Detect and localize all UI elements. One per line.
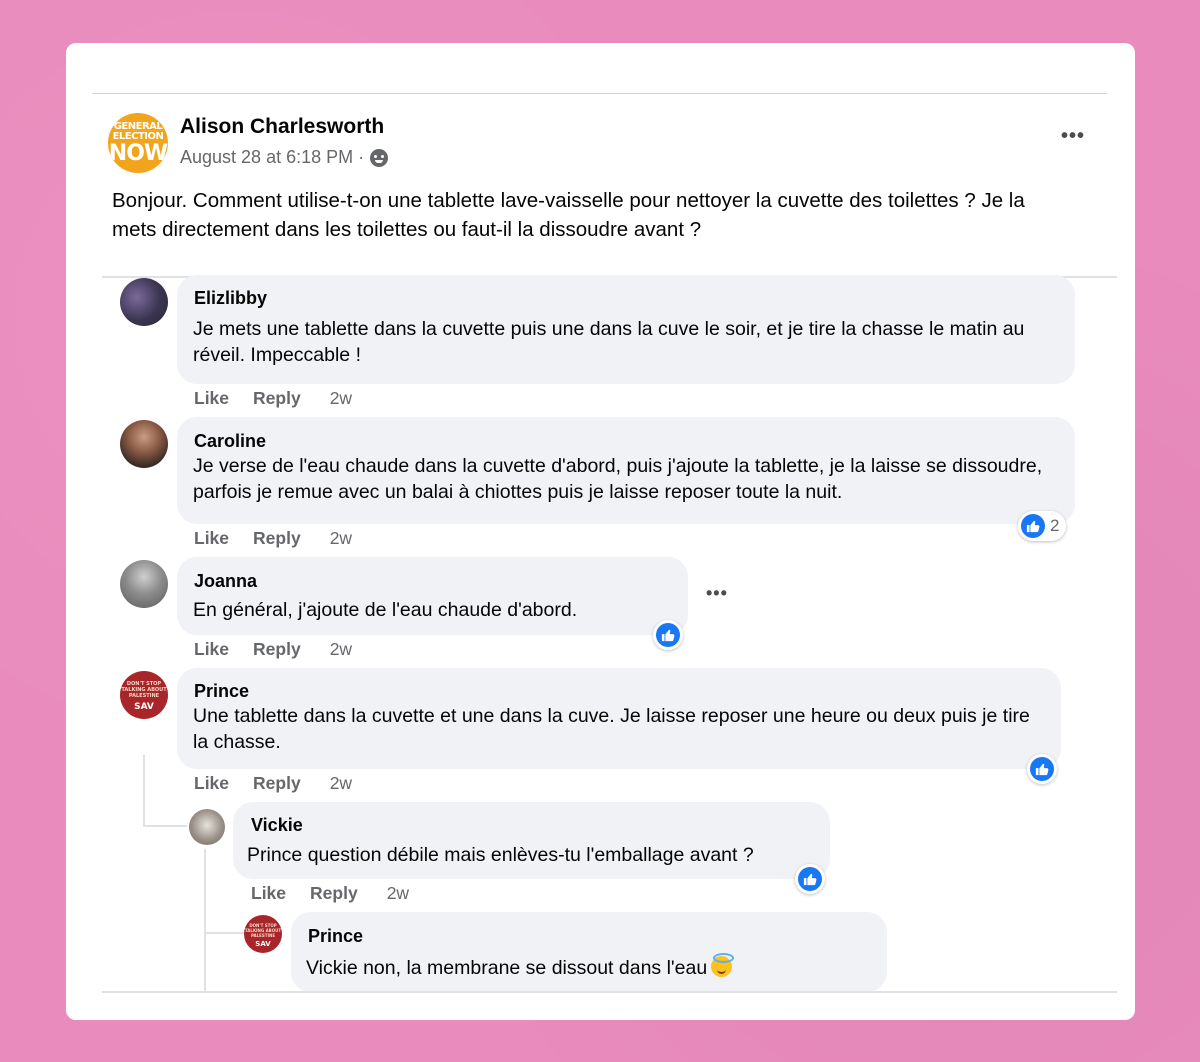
reply-button[interactable]: Reply [253, 773, 301, 794]
thread-line [143, 755, 145, 827]
avatar[interactable]: DON'T STOP TALKING ABOUT PALESTINE SAV [120, 671, 168, 719]
avatar[interactable] [120, 560, 168, 608]
like-button[interactable]: Like [194, 528, 229, 549]
divider [92, 93, 1107, 94]
comment-text: Je verse de l'eau chaude dans la cuvette… [193, 455, 1043, 503]
post-author-name[interactable]: Alison Charlesworth [180, 115, 384, 139]
comment-actions: Like Reply 2w [194, 388, 352, 409]
avatar-text: DON'T STOP TALKING ABOUT PALESTINE [121, 680, 167, 699]
comment-text: En général, j'ajoute de l'eau chaude d'a… [193, 599, 578, 621]
post-card: GENERAL ELECTION NOW Alison Charlesworth… [66, 43, 1135, 1020]
post-timestamp[interactable]: August 28 at 6:18 PM · [180, 147, 364, 168]
comment-actions: Like Reply 2w [194, 528, 352, 549]
comment-actions: Like Reply 2w [194, 773, 352, 794]
like-reaction-icon [656, 623, 680, 647]
comment-text: Une tablette dans la cuvette et une dans… [193, 705, 1030, 753]
thread-line [204, 932, 244, 934]
reply-button[interactable]: Reply [310, 883, 358, 904]
comment-time[interactable]: 2w [330, 773, 352, 794]
comment-author[interactable]: Prince [194, 681, 249, 702]
avatar-text: GENERAL [113, 120, 163, 132]
post-text: Bonjour. Comment utilise-t-on une tablet… [112, 189, 1025, 241]
avatar-text: SAV [255, 939, 271, 948]
comment-author[interactable]: Elizlibby [194, 288, 267, 309]
reply-button[interactable]: Reply [253, 639, 301, 660]
comment-author[interactable]: Prince [308, 926, 363, 947]
like-reaction-icon [1021, 514, 1045, 538]
like-button[interactable]: Like [194, 639, 229, 660]
comment-actions: Like Reply 2w [251, 883, 409, 904]
reaction-count: 2 [1050, 516, 1060, 535]
like-reaction-icon [1030, 757, 1054, 781]
smiling-face-with-halo-icon [711, 953, 735, 977]
like-reaction-icon [798, 867, 822, 891]
comment-body: non, la membrane se dissout dans l'eau [357, 957, 708, 979]
avatar-text: DON'T STOP TALKING ABOUT PALESTINE [244, 922, 282, 938]
reply-button[interactable]: Reply [253, 528, 301, 549]
author-avatar[interactable]: GENERAL ELECTION NOW [108, 113, 168, 173]
mention-link[interactable]: Vickie [306, 957, 358, 979]
like-button[interactable]: Like [251, 883, 286, 904]
comment-options-button[interactable]: ••• [706, 583, 728, 604]
thread-line [143, 825, 187, 827]
comment-text: Je mets une tablette dans la cuvette pui… [193, 318, 1025, 366]
avatar[interactable]: DON'T STOP TALKING ABOUT PALESTINE SAV [244, 915, 282, 953]
comment-time[interactable]: 2w [330, 639, 352, 660]
comment-author[interactable]: Caroline [194, 431, 266, 452]
comment-text: Vickie non, la membrane se dissout dans … [306, 953, 881, 981]
thread-line [204, 849, 206, 992]
like-button[interactable]: Like [194, 388, 229, 409]
reaction-summary[interactable] [1027, 754, 1057, 784]
like-button[interactable]: Like [194, 773, 229, 794]
avatar-text: ELECTION [112, 130, 164, 142]
friends-icon[interactable] [370, 148, 389, 167]
mention-link[interactable]: Prince [247, 844, 302, 866]
comment-actions: Like Reply 2w [194, 639, 352, 660]
reaction-summary[interactable] [795, 864, 825, 894]
avatar[interactable] [189, 809, 225, 845]
comment-bubble [177, 557, 688, 635]
comment-text: Prince question débile mais enlèves-tu l… [247, 842, 822, 868]
avatar[interactable] [120, 420, 168, 468]
post-options-button[interactable]: ••• [1061, 125, 1085, 148]
avatar-text: NOW [108, 140, 168, 166]
reaction-summary[interactable] [653, 620, 683, 650]
comment-time[interactable]: 2w [330, 528, 352, 549]
reaction-summary[interactable]: 2 [1018, 511, 1067, 541]
comment-author[interactable]: Vickie [251, 815, 303, 836]
comment-time[interactable]: 2w [387, 883, 409, 904]
comment-body: question débile mais enlèves-tu l'emball… [302, 844, 754, 866]
divider [102, 991, 1117, 993]
post-meta: August 28 at 6:18 PM · [180, 147, 389, 168]
reply-button[interactable]: Reply [253, 388, 301, 409]
avatar-text: SAV [134, 702, 154, 713]
comment-time[interactable]: 2w [330, 388, 352, 409]
avatar[interactable] [120, 278, 168, 326]
comment-author[interactable]: Joanna [194, 571, 257, 592]
